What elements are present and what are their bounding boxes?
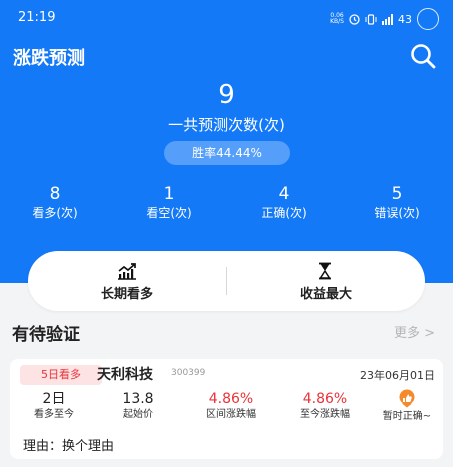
metric-start-price: 13.8 起始价: [109, 390, 167, 422]
stat-bullish-value: 8: [49, 184, 61, 204]
long-term-bullish-button[interactable]: 长期看多: [28, 251, 226, 311]
metric-range-change-label: 区间涨跌幅: [206, 409, 256, 420]
more-link[interactable]: 更多 >: [394, 322, 435, 341]
page-title: 涨跌预测: [13, 48, 85, 69]
metric-days-label: 看多至今: [34, 409, 74, 420]
trend-up-icon: [118, 263, 136, 280]
header-panel: 21:19 0.06 KB/S 43 涨跌预测 9 一共预测次数(次) 胜率44…: [0, 0, 453, 283]
metric-current-change-label: 至今涨跌幅: [300, 409, 350, 420]
thumbs-up-badge-icon: [399, 389, 415, 408]
status-time: 21:19: [18, 10, 56, 25]
status-icons: 0.06 KB/S 43: [330, 8, 439, 30]
vibrate-icon: [365, 13, 377, 25]
total-predictions-label: 一共预测次数(次): [168, 116, 285, 134]
metric-current-change-value: 4.86%: [302, 391, 348, 407]
stat-bearish: 1 看空(次): [124, 184, 214, 222]
max-profit-button[interactable]: 收益最大: [227, 251, 425, 311]
search-icon[interactable]: [409, 42, 437, 70]
stat-correct: 4 正确(次): [239, 184, 329, 222]
metric-start-price-label: 起始价: [123, 409, 153, 420]
battery-level: 43: [398, 12, 412, 26]
stat-bearish-value: 1: [163, 184, 175, 204]
action-bar: 长期看多 收益最大: [28, 251, 425, 311]
stock-name: 天利科技: [97, 367, 153, 383]
stat-correct-label: 正确(次): [261, 206, 307, 220]
prediction-date: 23年06月01日: [360, 369, 435, 382]
metric-current-change: 4.86% 至今涨跌幅: [284, 390, 366, 422]
hourglass-icon: [319, 262, 331, 280]
reason-text: 理由：换个理由: [23, 439, 115, 454]
stat-wrong: 5 错误(次): [352, 184, 442, 222]
status-bar: 21:19 0.06 KB/S 43: [0, 6, 453, 32]
net-speed-unit: KB/S: [330, 18, 344, 25]
stock-code: 300399: [171, 368, 206, 378]
metric-start-price-value: 13.8: [122, 391, 154, 407]
metric-status-label: 暂时正确~: [382, 411, 432, 422]
alarm-icon: [349, 13, 360, 25]
long-term-bullish-label: 长期看多: [100, 287, 153, 302]
metric-range-change: 4.86% 区间涨跌幅: [190, 390, 272, 422]
stat-correct-value: 4: [278, 184, 290, 204]
metric-days: 2日 看多至今: [25, 390, 83, 422]
stat-bearish-label: 看空(次): [146, 206, 192, 220]
stat-wrong-label: 错误(次): [374, 206, 420, 220]
pending-section-title: 有待验证: [12, 325, 80, 345]
signal-icon: [382, 13, 393, 25]
metric-days-value: 2日: [42, 391, 66, 407]
win-rate-badge: 胜率44.44%: [164, 141, 290, 165]
reason-row: 理由：换个理由: [10, 429, 443, 459]
stat-bullish-label: 看多(次): [32, 206, 78, 220]
stats-row: 8 看多(次) 1 看空(次) 4 正确(次) 5 错误(次): [0, 184, 453, 224]
max-profit-label: 收益最大: [299, 287, 352, 302]
stat-bullish: 8 看多(次): [10, 184, 100, 222]
metric-range-change-value: 4.86%: [208, 391, 254, 407]
prediction-card[interactable]: 5日看多 天利科技 300399 23年06月01日 2日 看多至今 13.8 …: [10, 359, 443, 459]
total-predictions-value: 9: [218, 80, 235, 110]
metric-status: 暂时正确~: [375, 389, 439, 424]
net-speed: 0.06 KB/S: [330, 13, 344, 25]
prediction-tag: 5日看多: [20, 365, 102, 385]
battery-icon: [417, 8, 439, 30]
stat-wrong-value: 5: [391, 184, 403, 204]
